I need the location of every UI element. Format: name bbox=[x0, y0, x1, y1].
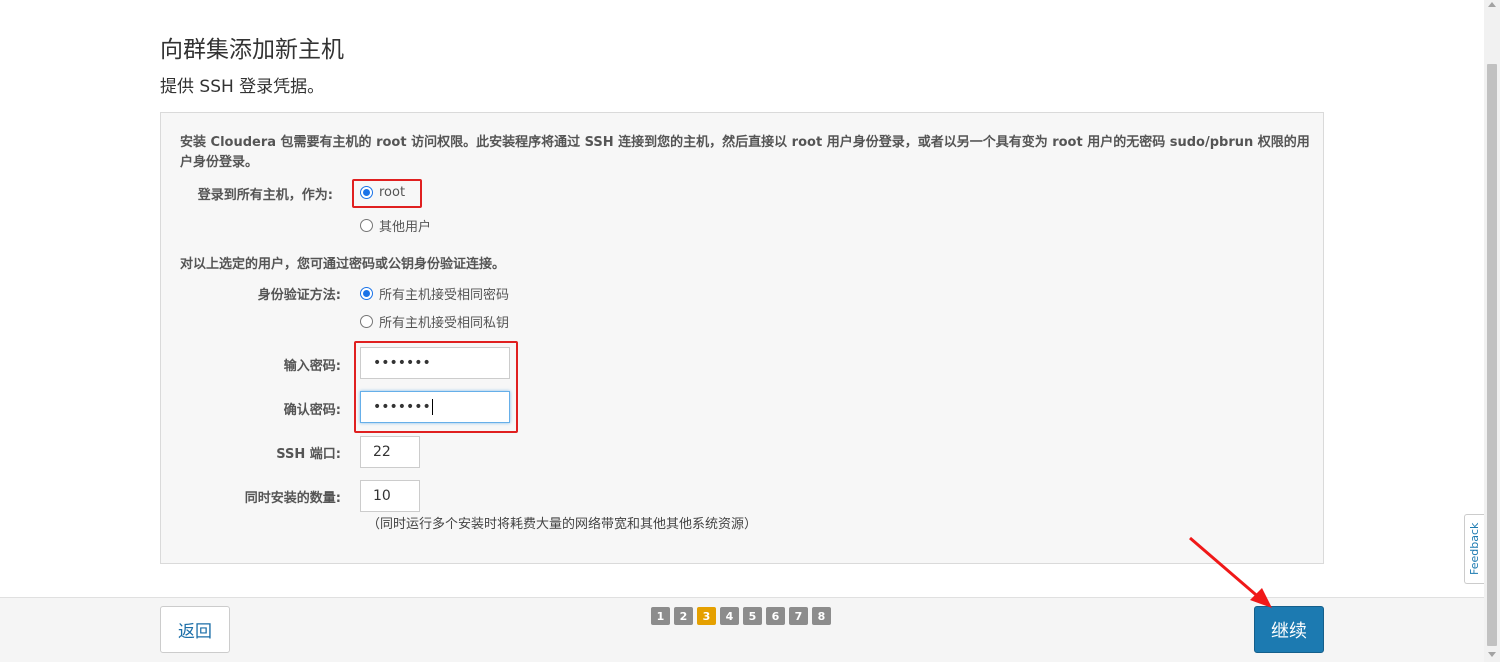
radio-button[interactable] bbox=[360, 315, 373, 328]
concurrent-installs-input[interactable]: 10 bbox=[360, 480, 420, 512]
concurrent-installs-label: 同时安装的数量: bbox=[244, 491, 341, 506]
radio-label-other-user: 其他用户 bbox=[379, 220, 432, 235]
concurrent-installs-note: （同时运行多个安装时将耗费大量的网络带宽和其他其他系统资源） bbox=[367, 517, 758, 532]
credentials-panel: 安装 Cloudera 包需要有主机的 root 访问权限。此安装程序将通过 S… bbox=[160, 112, 1324, 564]
page-title: 向群集添加新主机 bbox=[160, 37, 344, 63]
radio-label-private-key: 所有主机接受相同私钥 bbox=[379, 316, 510, 331]
radio-label-password: 所有主机接受相同密码 bbox=[379, 288, 510, 303]
ssh-port-label: SSH 端口: bbox=[276, 447, 341, 462]
radio-button-checked[interactable] bbox=[360, 287, 373, 300]
step-5[interactable]: 5 bbox=[743, 607, 762, 625]
step-1[interactable]: 1 bbox=[651, 607, 670, 625]
ssh-port-value: 22 bbox=[373, 444, 391, 460]
auth-method-label: 身份验证方法: bbox=[257, 288, 341, 303]
step-indicator: 1 2 3 4 5 6 7 8 bbox=[651, 607, 831, 625]
step-4[interactable]: 4 bbox=[720, 607, 739, 625]
step-7[interactable]: 7 bbox=[789, 607, 808, 625]
feedback-label: Feedback bbox=[1468, 522, 1481, 575]
radio-auth-private-key[interactable]: 所有主机接受相同私钥 bbox=[360, 312, 509, 331]
vertical-scrollbar[interactable] bbox=[1484, 0, 1500, 662]
password-label: 输入密码: bbox=[283, 359, 341, 374]
concurrent-installs-value: 10 bbox=[373, 488, 391, 504]
radio-login-other-user[interactable]: 其他用户 bbox=[360, 216, 431, 235]
page-subtitle: 提供 SSH 登录凭据。 bbox=[160, 77, 325, 97]
highlight-box-root bbox=[352, 179, 422, 208]
radio-auth-password[interactable]: 所有主机接受相同密码 bbox=[360, 284, 509, 303]
login-as-label: 登录到所有主机，作为: bbox=[197, 188, 333, 203]
step-2[interactable]: 2 bbox=[674, 607, 693, 625]
step-8[interactable]: 8 bbox=[812, 607, 831, 625]
back-button[interactable]: 返回 bbox=[160, 606, 230, 653]
step-3-active[interactable]: 3 bbox=[697, 607, 716, 625]
step-6[interactable]: 6 bbox=[766, 607, 785, 625]
auth-hint: 对以上选定的用户，您可通过密码或公钥身份验证连接。 bbox=[180, 257, 506, 272]
ssh-port-input[interactable]: 22 bbox=[360, 436, 420, 468]
annotation-arrow-icon bbox=[1189, 536, 1272, 608]
radio-button[interactable] bbox=[360, 219, 373, 232]
intro-text: 安装 Cloudera 包需要有主机的 root 访问权限。此安装程序将通过 S… bbox=[180, 135, 1310, 170]
confirm-password-label: 确认密码: bbox=[283, 403, 341, 418]
scrollbar-thumb[interactable] bbox=[1487, 64, 1497, 646]
page: 向群集添加新主机 提供 SSH 登录凭据。 安装 Cloudera 包需要有主机… bbox=[0, 0, 1500, 662]
highlight-box-passwords bbox=[354, 341, 518, 433]
feedback-tab[interactable]: Feedback bbox=[1464, 514, 1484, 584]
scroll-up-arrow-icon[interactable] bbox=[1488, 2, 1496, 7]
scroll-down-arrow-icon[interactable] bbox=[1488, 652, 1496, 657]
